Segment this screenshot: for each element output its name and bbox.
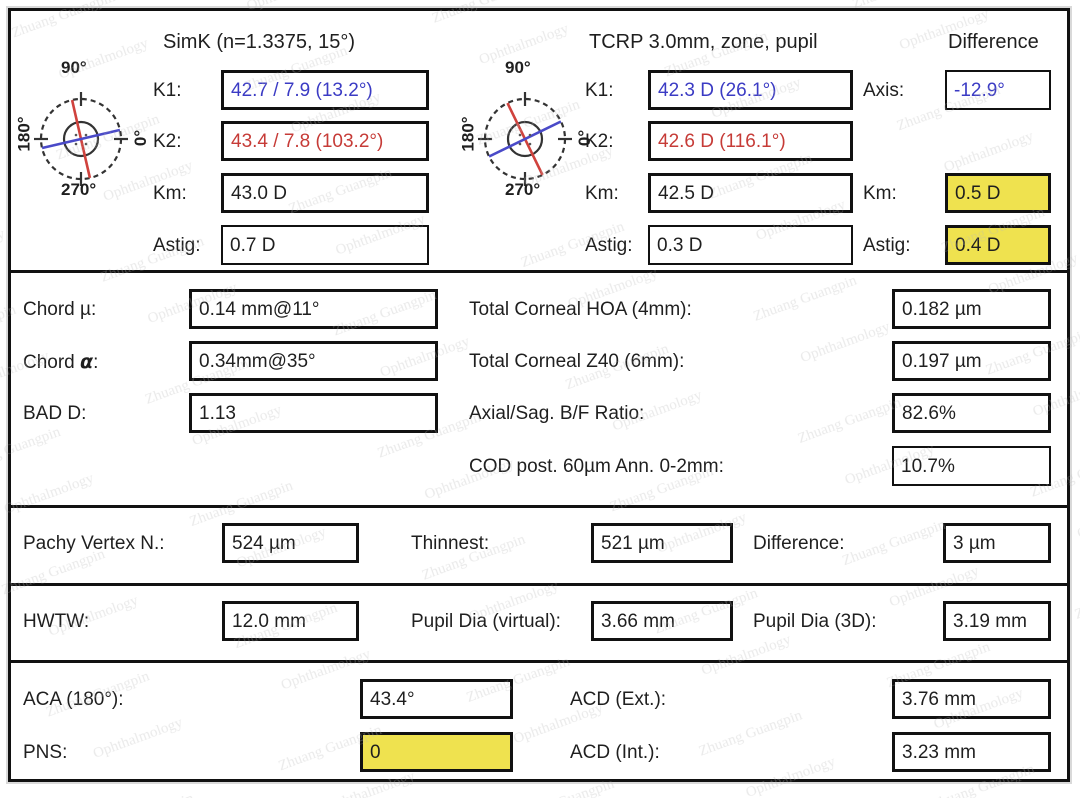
tcrp-km-value[interactable]: 42.5 D (648, 173, 853, 213)
compass-left-180-label: 180° (14, 116, 34, 152)
hwtw-value[interactable]: 12.0 mm (222, 601, 359, 641)
divider-pachy-rows (11, 583, 1067, 586)
simk-astig-label: Astig: (153, 235, 201, 256)
simk-k2-value[interactable]: 43.4 / 7.8 (103.2°) (221, 121, 429, 161)
chord-alpha-label: Chord α: (23, 351, 99, 373)
simk-k1-value[interactable]: 42.7 / 7.9 (13.2°) (221, 70, 429, 110)
chord-mu-label: Chord µ: (23, 299, 97, 320)
tcrp-k1-value[interactable]: 42.3 D (26.1°) (648, 70, 853, 110)
thinnest-value[interactable]: 521 µm (591, 523, 733, 563)
pentacam-overview-page: SimK (n=1.3375, 15°) TCRP 3.0mm, zone, p… (0, 0, 1080, 798)
pupil-dia-3d-label: Pupil Dia (3D): (753, 611, 877, 632)
tcrp-column-header: TCRP 3.0mm, zone, pupil (589, 31, 818, 53)
difference-axis-value[interactable]: -12.9° (945, 70, 1051, 110)
simk-km-value[interactable]: 43.0 D (221, 173, 429, 213)
acd-int-value[interactable]: 3.23 mm (892, 732, 1051, 772)
tcrp-axis-compass: 90° 270° 180° 0° (459, 58, 595, 216)
pachy-difference-value[interactable]: 3 µm (943, 523, 1051, 563)
bad-d-value[interactable]: 1.13 (189, 393, 438, 433)
total-corneal-z40-value[interactable]: 0.197 µm (892, 341, 1051, 381)
total-corneal-z40-label: Total Corneal Z40 (6mm): (469, 351, 685, 372)
acd-ext-label: ACD (Ext.): (570, 689, 667, 710)
acd-ext-value[interactable]: 3.76 mm (892, 679, 1051, 719)
simk-astig-value[interactable]: 0.7 D (221, 225, 429, 265)
tcrp-astig-label: Astig: (585, 235, 633, 256)
chord-alpha-value[interactable]: 0.34mm@35° (189, 341, 438, 381)
simk-k2-label: K2: (153, 131, 182, 152)
tcrp-k2-value[interactable]: 42.6 D (116.1°) (648, 121, 853, 161)
pns-label: PNS: (23, 742, 68, 763)
bad-d-label: BAD D: (23, 403, 87, 424)
simk-k1-label: K1: (153, 80, 182, 101)
pachy-difference-label: Difference: (753, 533, 845, 554)
cod-post-label: COD post. 60µm Ann. 0-2mm: (469, 456, 724, 477)
difference-column-header: Difference (948, 31, 1039, 53)
divider-pachy-bottom (11, 660, 1067, 663)
difference-km-value[interactable]: 0.5 D (945, 173, 1051, 213)
axial-sag-bf-ratio-label: Axial/Sag. B/F Ratio: (469, 403, 645, 424)
cod-post-value[interactable]: 10.7% (892, 446, 1051, 486)
divider-middle-pachy (11, 505, 1067, 508)
simk-km-label: Km: (153, 183, 187, 204)
pachy-vertex-value[interactable]: 524 µm (222, 523, 359, 563)
compass-right-270-label: 270° (505, 180, 541, 199)
difference-astig-label: Astig: (863, 235, 911, 256)
compass-right-180-label: 180° (458, 116, 478, 152)
divider-top-middle (11, 270, 1067, 273)
compass-left-90-label: 90° (61, 58, 87, 77)
pns-value[interactable]: 0 (360, 732, 513, 772)
difference-km-label: Km: (863, 183, 897, 204)
aca-label: ACA (180°): (23, 689, 124, 710)
difference-axis-label: Axis: (863, 80, 905, 101)
tcrp-k2-label: K2: (585, 131, 614, 152)
acd-int-label: ACD (Int.): (570, 742, 660, 763)
simk-column-header: SimK (n=1.3375, 15°) (163, 31, 355, 53)
pachy-vertex-label: Pachy Vertex N.: (23, 533, 165, 554)
pupil-dia-virtual-label: Pupil Dia (virtual): (411, 611, 561, 632)
compass-right-90-label: 90° (505, 58, 531, 77)
pupil-dia-virtual-value[interactable]: 3.66 mm (591, 601, 733, 641)
simk-axis-compass: 90° 270° 180° 0° (15, 58, 151, 216)
aca-value[interactable]: 43.4° (360, 679, 513, 719)
tcrp-km-label: Km: (585, 183, 619, 204)
total-corneal-hoa-value[interactable]: 0.182 µm (892, 289, 1051, 329)
hwtw-label: HWTW: (23, 611, 90, 632)
compass-left-270-label: 270° (61, 180, 97, 199)
thinnest-label: Thinnest: (411, 533, 490, 554)
tcrp-k1-label: K1: (585, 80, 614, 101)
tcrp-astig-value[interactable]: 0.3 D (648, 225, 853, 265)
axial-sag-bf-ratio-value[interactable]: 82.6% (892, 393, 1051, 433)
alpha-symbol: α (80, 351, 94, 373)
total-corneal-hoa-label: Total Corneal HOA (4mm): (469, 299, 692, 320)
chord-mu-value[interactable]: 0.14 mm@11° (189, 289, 438, 329)
difference-astig-value[interactable]: 0.4 D (945, 225, 1051, 265)
compass-left-0-label: 0° (131, 129, 151, 147)
pupil-dia-3d-value[interactable]: 3.19 mm (943, 601, 1051, 641)
report-frame: SimK (n=1.3375, 15°) TCRP 3.0mm, zone, p… (6, 6, 1072, 784)
